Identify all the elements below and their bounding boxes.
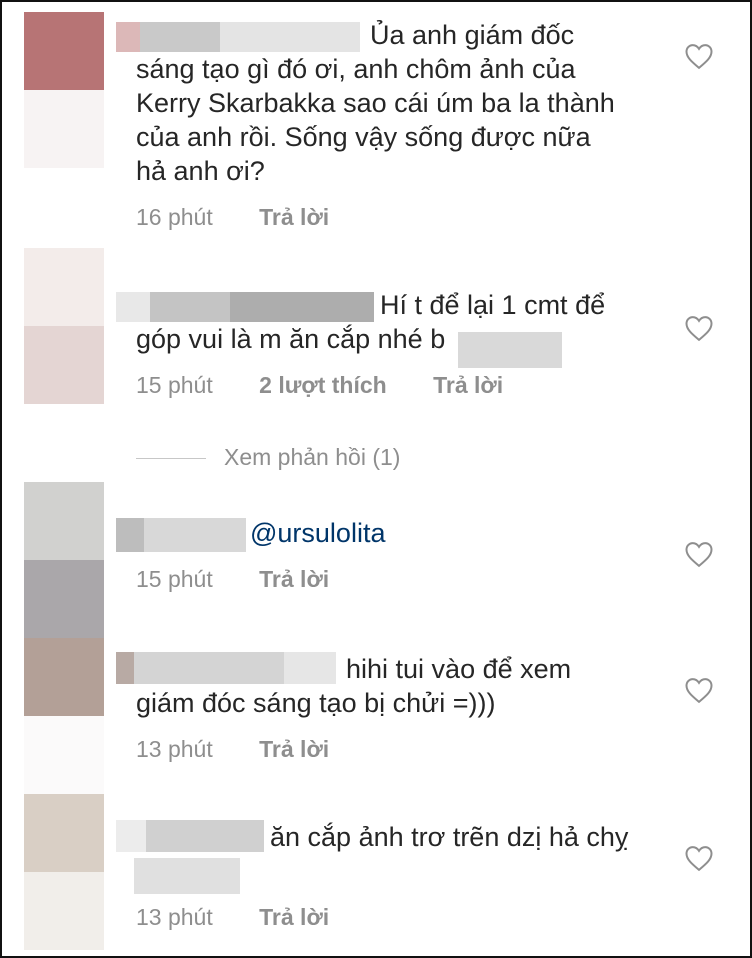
comment-meta: 16 phút Trả lời: [136, 204, 329, 231]
comment-text: Hí t để lại 1 cmt để góp vui là m ăn cắp…: [136, 290, 606, 354]
comment-text: hihi tui vào để xem giám đóc sáng tạo bị…: [136, 654, 572, 718]
avatar[interactable]: [24, 794, 104, 950]
mention-link[interactable]: @ursulolita: [250, 516, 385, 550]
heart-outline-icon: [685, 678, 713, 704]
blurred-username: [116, 518, 144, 552]
blurred-username: [116, 652, 134, 684]
blurred-username: [146, 820, 264, 852]
like-button[interactable]: [684, 314, 714, 342]
reply-button[interactable]: Trả lời: [259, 736, 329, 762]
blurred-text: [134, 858, 240, 894]
avatar[interactable]: [24, 482, 104, 638]
comment-text: ăn cắp ảnh trơ trẽn dzị hả chỵ: [270, 822, 629, 852]
reply-button[interactable]: Trả lời: [433, 372, 503, 398]
comment-item: Ủa anh giám đốc sáng tạo gì đó ơi, anh c…: [2, 2, 750, 242]
like-button[interactable]: [684, 676, 714, 704]
blurred-username: [116, 820, 146, 852]
heart-outline-icon: [685, 44, 713, 70]
reply-button[interactable]: Trả lời: [259, 566, 329, 592]
likes-count[interactable]: 2 lượt thích: [259, 372, 387, 398]
comment-time: 15 phút: [136, 566, 213, 592]
comments-panel: Ủa anh giám đốc sáng tạo gì đó ơi, anh c…: [0, 0, 752, 958]
comment-text: Ủa anh giám đốc sáng tạo gì đó ơi, anh c…: [136, 20, 615, 186]
view-replies-label: Xem phản hồi (1): [224, 444, 401, 470]
comment-time: 13 phút: [136, 904, 213, 930]
heart-outline-icon: [685, 846, 713, 872]
comment-item: ăn cắp ảnh trơ trẽn dzị hả chỵ 13 phút T…: [2, 792, 750, 956]
like-button[interactable]: [684, 844, 714, 872]
heart-outline-icon: [685, 316, 713, 342]
avatar[interactable]: [24, 12, 104, 168]
reply-button[interactable]: Trả lời: [259, 204, 329, 230]
comment-meta: 15 phút Trả lời: [136, 566, 329, 593]
comment-item: Hí t để lại 1 cmt để góp vui là m ăn cắp…: [2, 242, 750, 442]
heart-outline-icon: [685, 542, 713, 568]
avatar[interactable]: [24, 248, 104, 404]
comment-item: hihi tui vào để xem giám đóc sáng tạo bị…: [2, 636, 750, 794]
comment-meta: 15 phút 2 lượt thích Trả lời: [136, 372, 503, 399]
like-button[interactable]: [684, 42, 714, 70]
comment-meta: 13 phút Trả lời: [136, 904, 329, 931]
comment-time: 16 phút: [136, 204, 213, 230]
blurred-text: [458, 332, 562, 368]
reply-button[interactable]: Trả lời: [259, 904, 329, 930]
avatar[interactable]: [24, 638, 104, 794]
blurred-username: [144, 518, 246, 552]
comment-meta: 13 phút Trả lời: [136, 736, 329, 763]
like-button[interactable]: [684, 540, 714, 568]
comment-time: 13 phút: [136, 736, 213, 762]
comment-item: @ursulolita 15 phút Trả lời: [2, 480, 750, 638]
divider-line: [136, 458, 206, 459]
view-replies-button[interactable]: Xem phản hồi (1): [136, 444, 536, 474]
comment-time: 15 phút: [136, 372, 213, 398]
